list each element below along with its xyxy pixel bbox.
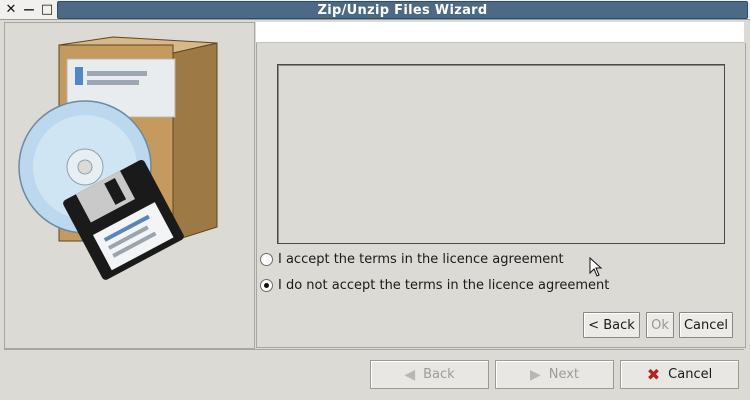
footer-cancel-label: Cancel	[668, 367, 713, 382]
decline-radio-button[interactable]	[260, 278, 273, 292]
footer-back-button[interactable]: ◀ Back	[370, 360, 489, 389]
title-bar: ✕ — □ Zip/Unzip Files Wizard	[0, 0, 750, 20]
wizard-illustration-panel	[4, 22, 255, 349]
window-title: Zip/Unzip Files Wizard	[57, 1, 748, 19]
decline-licence-radio[interactable]: I do not accept the terms in the licence…	[260, 276, 609, 294]
accept-licence-label: I accept the terms in the licence agreem…	[278, 251, 564, 267]
software-box-cd-floppy-image	[18, 36, 218, 280]
mouse-pointer-icon	[589, 257, 603, 277]
wizard-step-header	[256, 22, 744, 43]
inner-cancel-button[interactable]: Cancel	[679, 312, 733, 338]
close-window-icon[interactable]: ✕	[4, 2, 18, 17]
decline-licence-label: I do not accept the terms in the licence…	[278, 277, 610, 293]
minimize-window-icon[interactable]: —	[22, 2, 36, 16]
accept-radio-button[interactable]	[260, 252, 273, 266]
x-icon: ✖	[646, 365, 661, 384]
footer-cancel-button[interactable]: ✖ Cancel	[620, 360, 739, 389]
accept-licence-radio[interactable]: I accept the terms in the licence agreem…	[260, 250, 564, 268]
arrow-left-icon: ◀	[404, 366, 416, 383]
arrow-right-icon: ▶	[529, 366, 541, 383]
footer-next-button[interactable]: ▶ Next	[495, 360, 614, 389]
inner-back-button[interactable]: < Back	[583, 312, 640, 338]
footer-separator	[4, 349, 744, 350]
licence-agreement-text-area[interactable]	[277, 64, 725, 244]
footer-back-label: Back	[423, 367, 455, 382]
maximize-window-icon[interactable]: □	[40, 2, 54, 17]
inner-ok-button[interactable]: Ok	[646, 312, 674, 338]
footer-next-label: Next	[548, 367, 580, 382]
